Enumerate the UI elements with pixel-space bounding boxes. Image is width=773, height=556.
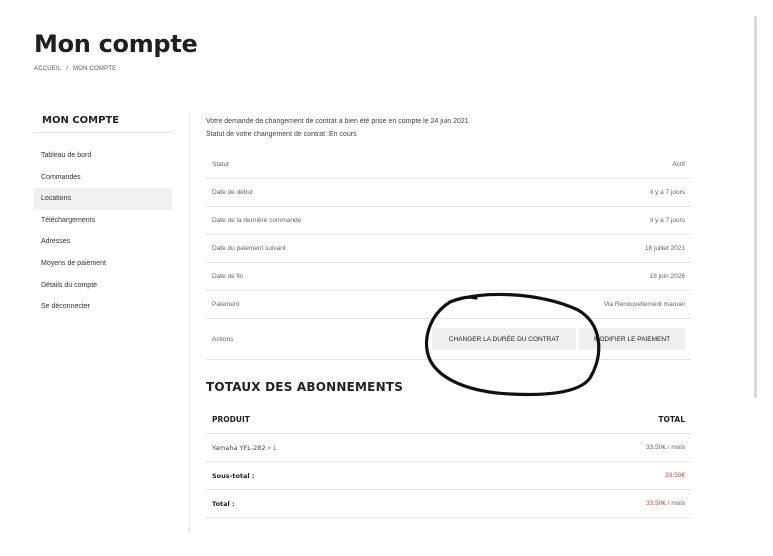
total-label: Total : [212, 499, 235, 508]
subscription-totals-table: PRODUIT TOTAL Yamaha YFL-282 × 1 33.50€ … [206, 406, 691, 518]
product-price: 33.50€ [645, 444, 666, 451]
row-value: Via Renouvellement manuel [603, 301, 685, 308]
sidebar-item-logout[interactable]: Se déconnecter [34, 296, 172, 318]
change-contract-duration-button[interactable]: CHANGER LA DURÉE DU CONTRAT [432, 328, 576, 350]
table-row: Paiement Via Renouvellement manuel [206, 291, 691, 319]
table-row-product: Yamaha YFL-282 × 1 33.50€ / mois [206, 434, 691, 462]
total-cell: 33.50€ / mois [646, 500, 685, 507]
table-row-subtotal: Sous-total : 33.50€ [206, 462, 691, 490]
table-row: Date de fin 18 juin 2026 [206, 263, 691, 291]
notice-line-status: Statut de votre changement de contrat :E… [206, 130, 357, 138]
table-header-row: PRODUIT TOTAL [206, 406, 691, 434]
row-label: Statut [212, 161, 229, 168]
row-value: Il y a 7 jours [649, 189, 685, 196]
breadcrumb: ACCUEIL / MON COMPTE [34, 66, 119, 72]
table-row: Statut Actif [206, 151, 691, 179]
notice-line-confirmation: Votre demande de changement de contrat a… [206, 118, 469, 125]
product-total-cell: 33.50€ / mois [646, 444, 685, 451]
table-row-total: Total : 33.50€ / mois [206, 490, 691, 518]
subtotal-value: 33.50€ [665, 472, 685, 479]
row-value: 18 juin 2026 [649, 273, 685, 280]
table-row-actions: Actions CHANGER LA DURÉE DU CONTRAT MODI… [206, 319, 691, 360]
row-label: Date de début [212, 189, 253, 196]
subtotal-label: Sous-total : [212, 471, 255, 480]
sidebar-item-addresses[interactable]: Adresses [34, 231, 172, 253]
table-row: Date de début Il y a 7 jours [206, 179, 691, 207]
account-sidebar: MON COMPTE Tableau de bord Commandes Loc… [34, 113, 172, 318]
sidebar-item-account-details[interactable]: Détails du compte [34, 275, 172, 297]
content-divider [189, 112, 190, 532]
sidebar-nav: Tableau de bord Commandes Locations Télé… [34, 145, 172, 318]
page-title: Mon compte [34, 30, 198, 58]
row-label: Actions [212, 335, 234, 343]
breadcrumb-separator: / [66, 66, 69, 72]
product-name-link[interactable]: Yamaha YFL-282 [212, 444, 266, 452]
breadcrumb-home-link[interactable]: ACCUEIL [34, 66, 61, 72]
subscription-totals-title: TOTAUX DES ABONNEMENTS [206, 380, 404, 394]
page-scrollbar[interactable] [754, 16, 757, 398]
row-label: Paiement [212, 301, 240, 308]
sidebar-item-dashboard[interactable]: Tableau de bord [34, 145, 172, 167]
column-header-product: PRODUIT [212, 415, 250, 424]
column-header-total: TOTAL [658, 415, 685, 424]
total-value: 33.50€ [645, 500, 666, 507]
product-quantity: × 1 [267, 444, 277, 452]
sidebar-item-orders[interactable]: Commandes [34, 167, 172, 189]
sidebar-title: MON COMPTE [34, 113, 172, 133]
price-period: / mois [667, 500, 685, 507]
action-buttons: CHANGER LA DURÉE DU CONTRAT MODIFIER LE … [432, 328, 685, 350]
row-value: 18 juillet 2021 [644, 245, 685, 252]
change-payment-button[interactable]: MODIFIER LE PAIEMENT [579, 328, 685, 350]
row-label: Date de la dernière commande [212, 217, 302, 224]
row-value: Actif [672, 161, 685, 168]
subscription-details-table: Statut Actif Date de début Il y a 7 jour… [206, 151, 691, 360]
product-cell: Yamaha YFL-282 × 1 [212, 444, 277, 452]
row-label: Date de fin [212, 273, 244, 280]
row-value: Il y a 7 jours [649, 217, 685, 224]
table-row: Date du paiement suivant 18 juillet 2021 [206, 235, 691, 263]
sidebar-item-downloads[interactable]: Téléchargements [34, 210, 172, 232]
table-row: Date de la dernière commande Il y a 7 jo… [206, 207, 691, 235]
row-label: Date du paiement suivant [212, 245, 286, 252]
sidebar-item-rentals[interactable]: Locations [34, 188, 172, 210]
price-period: / mois [667, 444, 685, 451]
sidebar-item-payment-methods[interactable]: Moyens de paiement [34, 253, 172, 275]
contract-change-notice: Votre demande de changement de contrat a… [206, 116, 469, 141]
breadcrumb-current: MON COMPTE [73, 66, 117, 72]
